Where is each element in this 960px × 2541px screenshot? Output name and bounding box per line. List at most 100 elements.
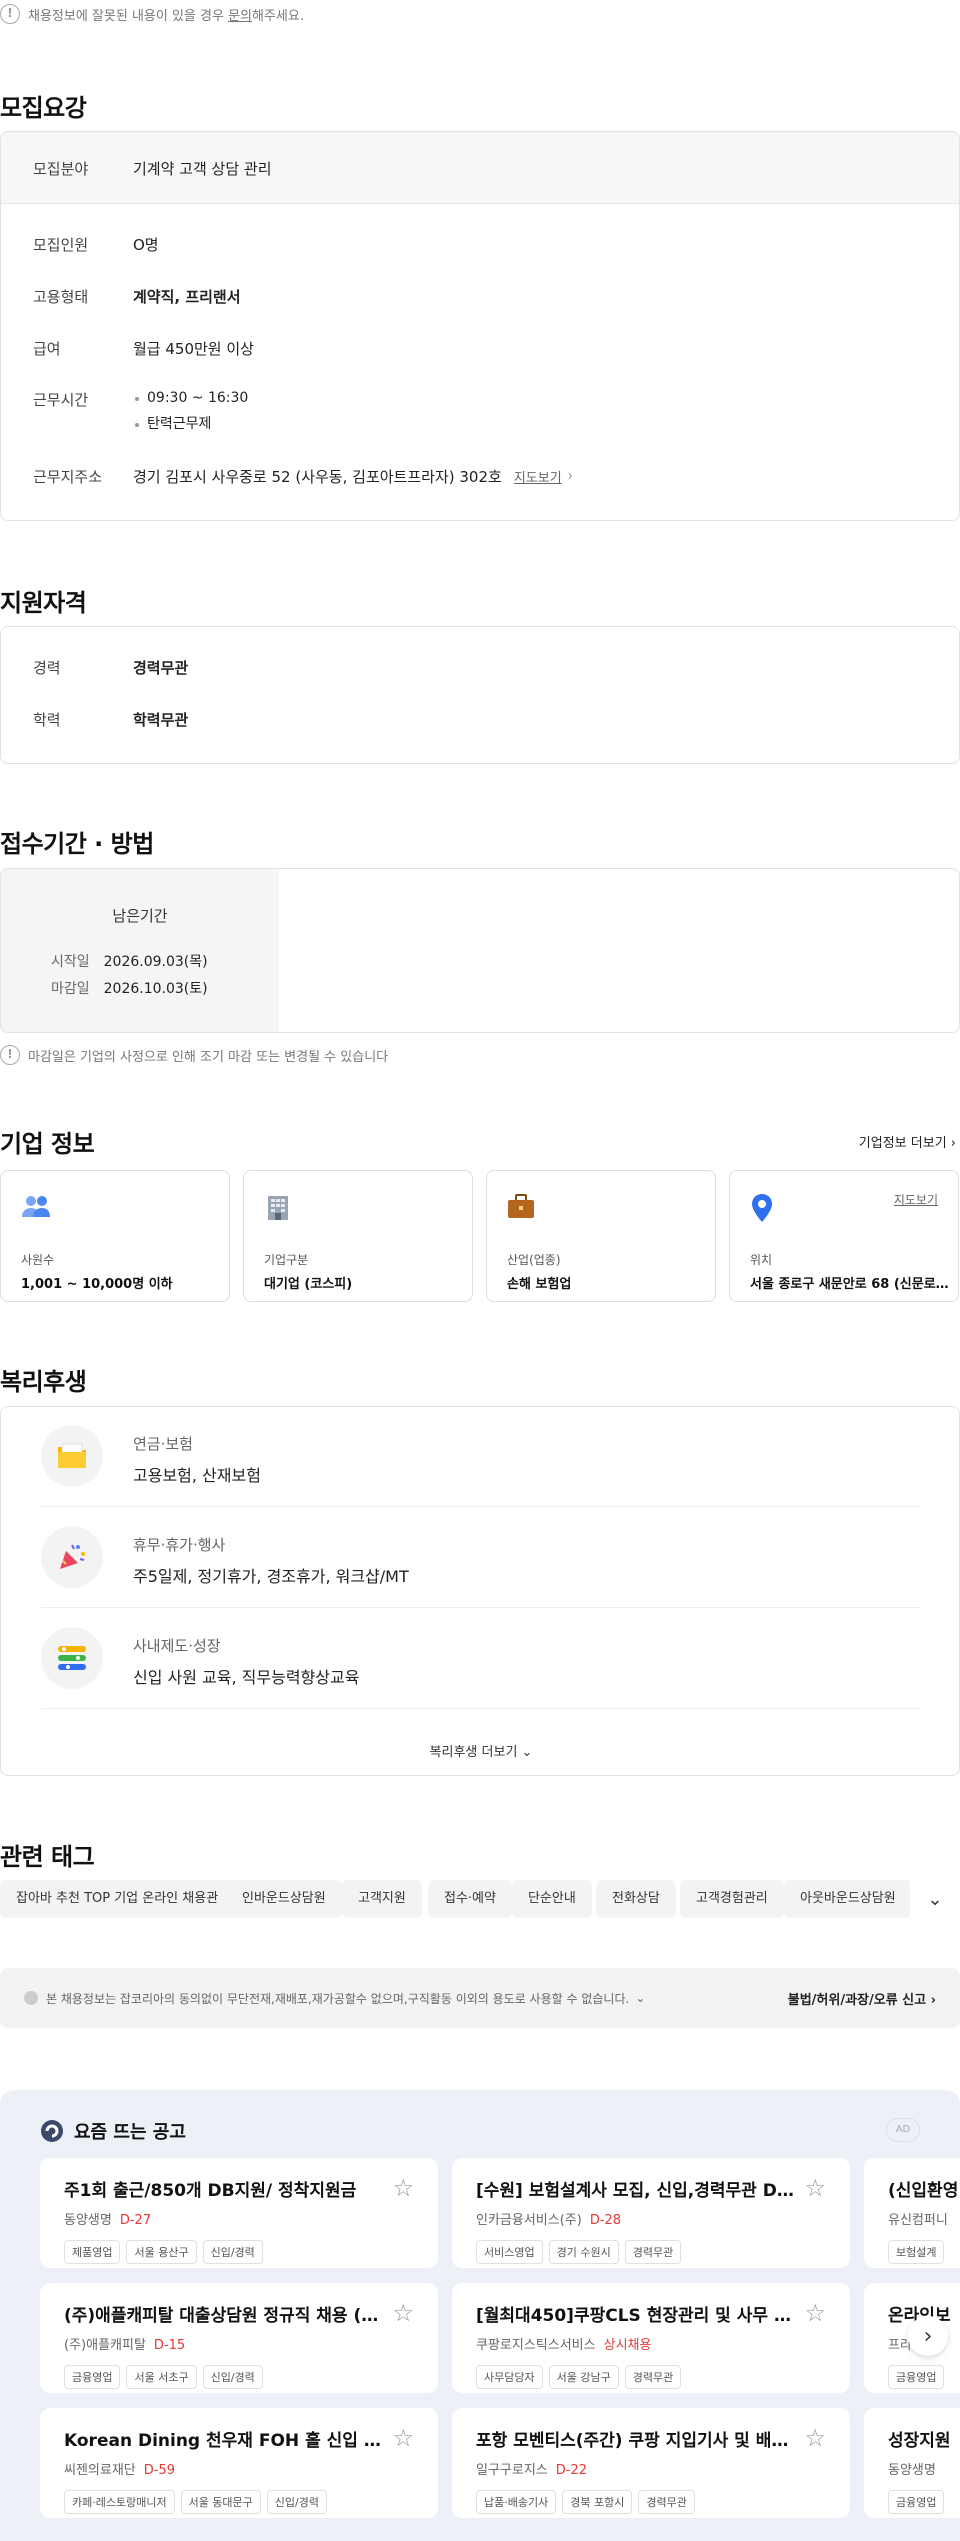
job-title: [수원] 보험설계사 모집, 신입,경력무관 DB제공, 정착지원 [476,2181,796,2201]
job-chip: 서울 용산구 [126,2240,197,2264]
count-row: 모집인원 O명 [33,234,159,255]
recruit-field-row: 모집분야 기계약 고객 상담 관리 [1,132,959,204]
job-chip: 신입/경력 [266,2490,327,2514]
welfare-item: 휴무·휴가·행사 주5일제, 정기휴가, 경조휴가, 워크샵/MT [41,1508,921,1608]
carousel-next-button[interactable]: › [908,2316,948,2356]
job-card[interactable]: 성장지원 동양생명 금융영업 [864,2408,960,2518]
star-icon[interactable]: ☆ [804,2174,826,2202]
start-label: 시작일 [51,954,90,970]
welfare-text: 고용보험, 산재보험 [133,1466,261,1485]
folder-icon [41,1425,103,1487]
end-date: 2026.10.03(토) [103,981,208,997]
deadline-note: 마감일은 기업의 사정으로 인해 조기 마감 또는 변경될 수 있습니다 [28,1049,389,1065]
job-chip: 금융영업 [888,2365,945,2389]
tag-item[interactable]: 아웃바운드상담원 [784,1880,912,1918]
job-card[interactable]: 포항 모벤티스(주간) 쿠팡 지입기사 및 배송기사 모집 일구구로지스 D-22… [452,2408,850,2518]
address-label: 근무지주소 [33,468,103,486]
period-panel: 남은기간 시작일 2026.09.03(목) 마감일 2026.10.03(토) [1,869,279,1032]
field-value: 기계약 고객 상담 관리 [133,160,272,178]
job-card[interactable]: 주1회 출근/850개 DB지원/ 정착지원금 동양생명 D-27 제품영업 서울 … [40,2158,438,2268]
job-card[interactable]: (주)애플캐피탈 대출상담원 정규직 채용 (신입/경력) (주)애플캐피탈 D-… [40,2283,438,2393]
card-value: 서울 종로구 새문안로 68 (신문로1가) [750,1277,950,1292]
job-dday: D-22 [555,2463,588,2478]
map-link[interactable]: 지도보기 [894,1191,938,1208]
tags-expand-button[interactable]: ⌄ [910,1880,960,1918]
address-row: 근무지주소 경기 김포시 사우중로 52 (사우동, 김포아트프라자) 302호… [33,466,573,487]
job-chip: 제품영업 [64,2240,121,2264]
job-chip: 서울 동대문구 [180,2490,261,2514]
type-value: 계약직, 프리랜서 [133,288,241,306]
remaining-label: 남은기간 [112,907,168,925]
job-card[interactable]: [월최대450]쿠팡CLS 현장관리 및 사무 행정직 채용 쿠팡로지스틱스서비… [452,2283,850,2393]
tag-item[interactable]: 고객지원 [342,1880,422,1918]
job-card[interactable]: (신입환영) 유신컴퍼니 보험설계 [864,2158,960,2268]
address-value: 경기 김포시 사우중로 52 (사우동, 김포아트프라자) 302호 [133,468,502,486]
company-more-link[interactable]: 기업정보 더보기 › [859,1132,956,1151]
company-card-industry: 산업(업종) 손해 보험업 [486,1170,716,1302]
building-icon [268,1196,288,1220]
job-card[interactable]: Korean Dining 천우재 FOH 홀 신입 및 경력 채용 씨젠의료재… [40,2408,438,2518]
career-value: 경력무관 [133,659,189,677]
job-chip: 경력무관 [638,2490,695,2514]
job-company: 동양생명 [888,2463,936,2478]
welfare-more-button[interactable]: 복리후생 더보기 ⌄ [1,1741,959,1760]
tag-item[interactable]: 단순안내 [512,1880,592,1918]
welfare-category: 연금·보험 [133,1435,193,1453]
pay-value: 월급 450만원 이상 [133,340,254,358]
info-icon: ! [0,1045,20,1065]
company-card-type: 기업구분 대기업 (코스피) [243,1170,473,1302]
report-label: 불법/허위/과장/오류 신고 [787,1992,927,2008]
tag-item[interactable]: 인바운드상담원 [226,1880,342,1918]
job-chip: 신입/경력 [202,2365,263,2389]
chevron-right-icon: › [950,1136,956,1151]
career-label: 경력 [33,659,61,677]
job-chip: 경기 수원시 [548,2240,619,2264]
job-chip: 납품·배송기사 [476,2490,557,2514]
education-row: 학력 학력무관 [33,709,188,730]
job-dday: D-28 [589,2213,622,2228]
company-card-location: 지도보기 위치 서울 종로구 새문안로 68 (신문로1가) [729,1170,959,1302]
job-title: (신입환영) [888,2181,960,2201]
star-icon[interactable]: ☆ [392,2174,414,2202]
star-icon[interactable]: ☆ [392,2299,414,2327]
job-card[interactable]: [수원] 보험설계사 모집, 신입,경력무관 DB제공, 정착지원 인카금융서비… [452,2158,850,2268]
job-company: 씨젠의료재단 [64,2463,136,2478]
star-icon[interactable]: ☆ [804,2299,826,2327]
deadline-notice: ! 마감일은 기업의 사정으로 인해 조기 마감 또는 변경될 수 있습니다 [0,1041,388,1069]
education-value: 학력무관 [133,711,189,729]
card-value: 1,001 ~ 10,000명 이하 [21,1277,173,1292]
welfare-more-label: 복리후생 더보기 [429,1745,518,1760]
pay-row: 급여 월급 450만원 이상 [33,338,254,359]
job-company: 동양생명 [64,2213,112,2228]
qualification-title: 지원자격 [0,589,87,617]
report-link[interactable]: 불법/허위/과장/오류 신고 › [788,1989,936,2008]
job-chip: 사무담당자 [476,2365,543,2389]
tag-item[interactable]: 고객경험관리 [680,1880,784,1918]
star-icon[interactable]: ☆ [392,2424,414,2452]
chevron-down-icon: ⌄ [927,1888,943,1910]
pay-label: 급여 [33,340,61,358]
hot-jobs-title: 요즘 뜨는 공고 [74,2122,186,2143]
welfare-text: 신입 사원 교육, 직무능력향상교육 [133,1668,360,1687]
party-icon [41,1526,103,1588]
jobkorea-logo-icon [41,2120,63,2142]
job-dday: D-59 [143,2463,176,2478]
tag-item[interactable]: 접수·예약 [428,1880,512,1918]
page: ! 채용정보에 잘못된 내용이 있을 경우 문의해주세요. 모집요강 모집분야 … [0,0,960,2541]
career-row: 경력 경력무관 [33,657,188,678]
company-card-employees: 사원수 1,001 ~ 10,000명 이하 [0,1170,230,1302]
tag-item[interactable]: 잡아바 추천 TOP 기업 온라인 채용관 [0,1880,235,1918]
job-company: (주)애플캐피탈 [64,2338,146,2353]
job-chip: 서비스영업 [476,2240,543,2264]
job-dday: D-27 [119,2213,152,2228]
job-company: 일구구로지스 [476,2463,548,2478]
job-chip: 경북 포항시 [562,2490,633,2514]
job-chip: 서울 강남구 [548,2365,619,2389]
inquiry-link[interactable]: 문의 [228,9,252,24]
map-link[interactable]: 지도보기 [514,467,562,486]
tag-item[interactable]: 전화상담 [596,1880,676,1918]
chevron-down-icon: ⌄ [635,1991,646,2005]
education-label: 학력 [33,711,61,729]
job-chip: 신입/경력 [202,2240,263,2264]
star-icon[interactable]: ☆ [804,2424,826,2452]
